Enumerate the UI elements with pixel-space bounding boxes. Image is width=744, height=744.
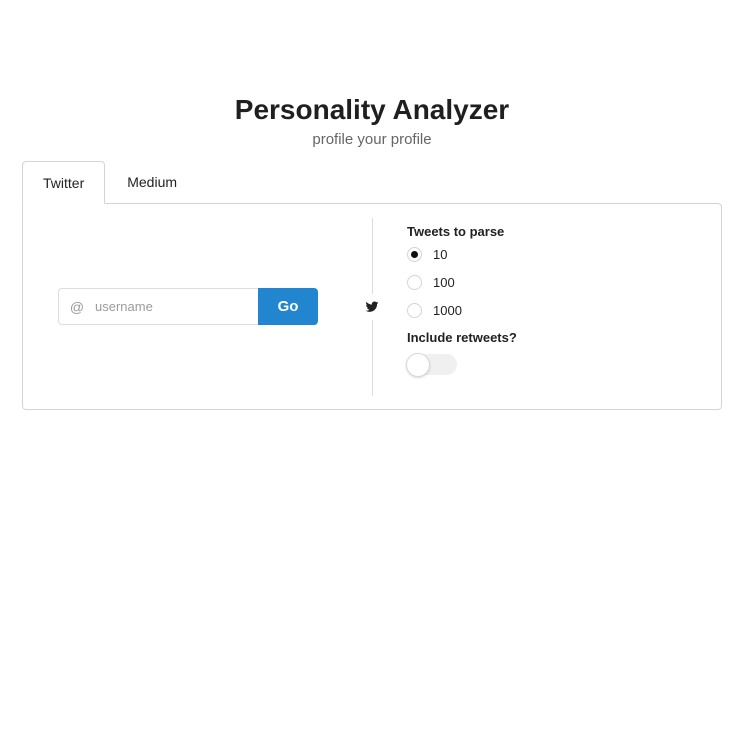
radio-option-10[interactable]: 10 — [407, 240, 517, 268]
include-retweets-toggle[interactable] — [406, 353, 457, 377]
vertical-divider-top — [372, 218, 373, 294]
tweets-to-parse-label: Tweets to parse — [407, 224, 505, 239]
radio-label-1000: 1000 — [433, 302, 462, 318]
vertical-divider-bottom — [372, 320, 373, 396]
page: Personality Analyzer profile your profil… — [0, 0, 744, 744]
toggle-knob — [406, 353, 430, 377]
page-subtitle: profile your profile — [312, 131, 432, 148]
radio-label-10: 10 — [433, 246, 448, 262]
radio-button-1000[interactable] — [407, 302, 422, 318]
include-retweets-label: Include retweets? — [407, 330, 517, 345]
twitter-icon — [365, 301, 379, 312]
at-sign-icon: @ — [69, 298, 85, 315]
tab-twitter[interactable]: Twitter — [22, 161, 106, 204]
tab-panel: @ Go Tweets to parse 10 100 1000 I — [22, 203, 722, 410]
radio-label-100: 100 — [433, 274, 455, 290]
radio-button-100[interactable] — [407, 274, 422, 290]
parse-options: Tweets to parse 10 100 1000 Include retw… — [406, 224, 517, 377]
page-title: Personality Analyzer — [234, 94, 510, 125]
username-input[interactable] — [95, 299, 245, 314]
radio-option-100[interactable]: 100 — [407, 268, 517, 296]
radio-option-1000[interactable]: 1000 — [407, 296, 517, 324]
header: Personality Analyzer profile your profil… — [0, 92, 744, 150]
username-field-wrapper: @ — [58, 288, 258, 325]
tab-medium[interactable]: Medium — [105, 161, 199, 203]
tab-bar: Twitter Medium — [22, 161, 199, 204]
go-button[interactable]: Go — [258, 288, 318, 325]
username-input-group: @ Go — [58, 288, 318, 325]
radio-button-10[interactable] — [407, 246, 422, 262]
